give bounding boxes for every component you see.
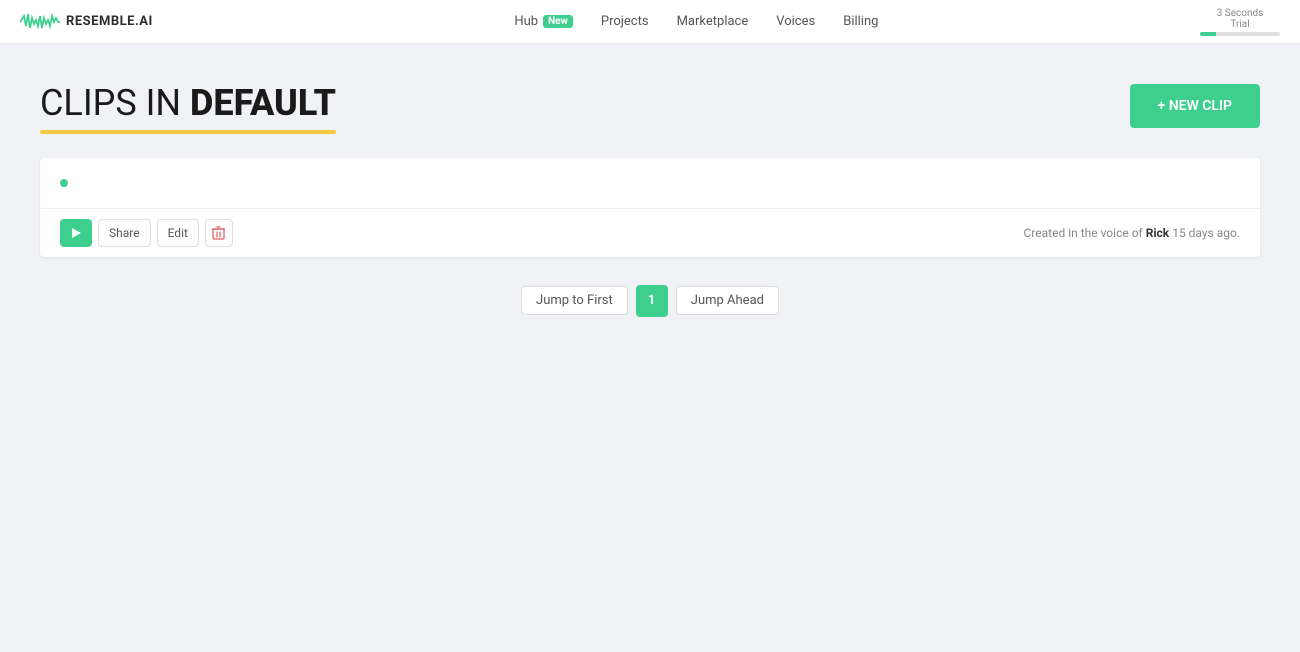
hub-badge: New	[543, 15, 573, 28]
nav-billing[interactable]: Billing	[843, 14, 878, 29]
trash-icon	[212, 226, 225, 240]
jump-ahead-button[interactable]: Jump Ahead	[676, 286, 779, 315]
clip-meta: Created in the voice of Rick 15 days ago…	[1024, 226, 1241, 240]
trial-progress-fill	[1200, 32, 1216, 36]
current-page: 1	[636, 285, 668, 317]
clip-content	[40, 158, 1260, 208]
clip-actions: Share Edit	[60, 219, 233, 247]
page-title-block: CLIPS IN DEFAULT	[40, 84, 336, 134]
nav-hub[interactable]: Hub New	[514, 14, 573, 29]
trial-progress-bar	[1200, 32, 1280, 36]
clip-card: Share Edit Created in the voice of Rick …	[40, 158, 1260, 257]
nav-voices[interactable]: Voices	[776, 14, 815, 29]
edit-button[interactable]: Edit	[157, 219, 199, 247]
nav-marketplace[interactable]: Marketplace	[677, 14, 749, 29]
pagination: Jump to First 1 Jump Ahead	[40, 285, 1260, 317]
share-button[interactable]: Share	[98, 219, 151, 247]
delete-button[interactable]	[205, 219, 233, 247]
logo-text: RESEMBLE.AI	[66, 14, 153, 29]
logo[interactable]: RESEMBLE.AI	[20, 12, 153, 32]
nav-projects[interactable]: Projects	[601, 14, 649, 29]
navbar: RESEMBLE.AI Hub New Projects Marketplace…	[0, 0, 1300, 44]
clip-footer: Share Edit Created in the voice of Rick …	[40, 208, 1260, 257]
clip-status-dot	[60, 179, 68, 187]
page-header: CLIPS IN DEFAULT + NEW CLIP	[40, 84, 1260, 134]
title-underline	[40, 130, 336, 134]
main-content: CLIPS IN DEFAULT + NEW CLIP Share Edit	[0, 44, 1300, 337]
new-clip-button[interactable]: + NEW CLIP	[1130, 84, 1260, 128]
nav-links: Hub New Projects Marketplace Voices Bill…	[193, 14, 1200, 29]
play-button[interactable]	[60, 219, 92, 247]
jump-to-first-button[interactable]: Jump to First	[521, 286, 628, 315]
logo-wave-icon	[20, 12, 60, 32]
play-icon	[70, 227, 82, 239]
trial-label: 3 Seconds	[1217, 8, 1264, 19]
trial-info: 3 Seconds Trial	[1200, 8, 1280, 36]
page-title: CLIPS IN DEFAULT	[40, 84, 336, 124]
trial-sublabel: Trial	[1230, 19, 1249, 30]
